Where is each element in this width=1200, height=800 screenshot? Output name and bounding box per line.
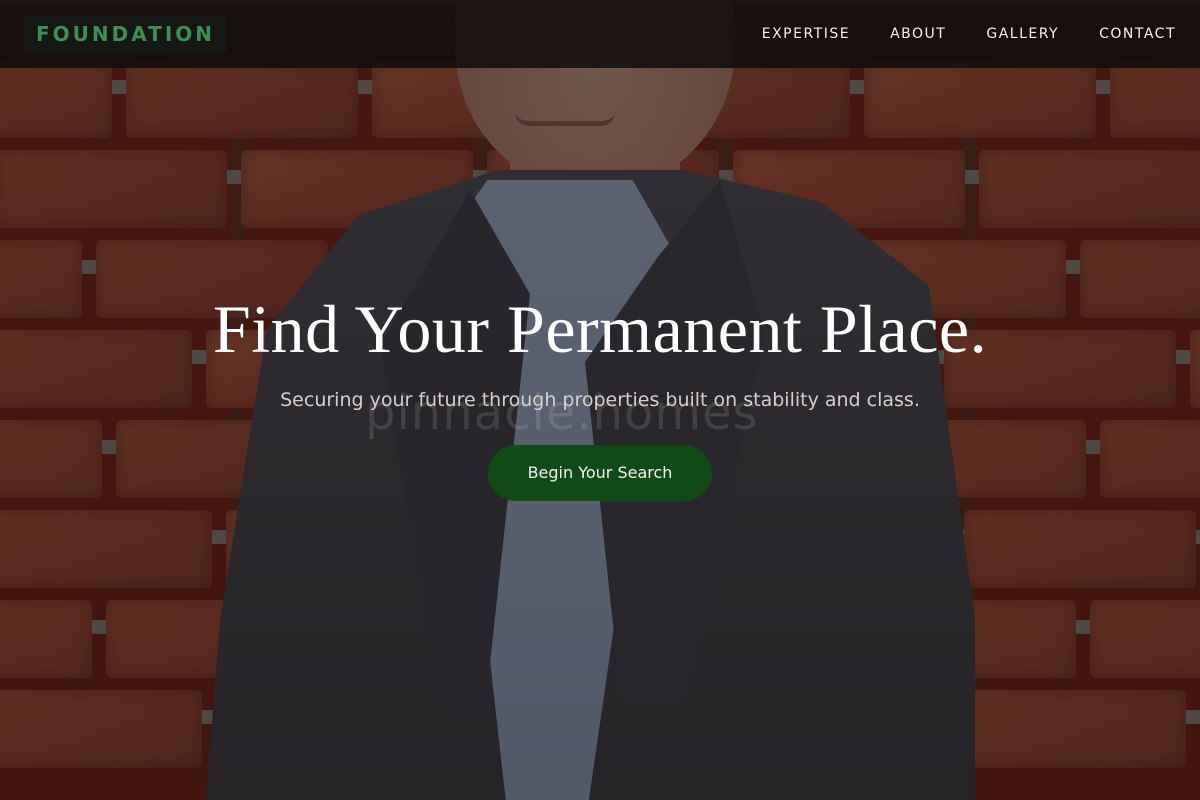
nav-link-gallery[interactable]: GALLERY — [986, 26, 1059, 42]
begin-search-button[interactable]: Begin Your Search — [488, 445, 712, 501]
hero-title: Find Your Permanent Place. — [212, 291, 988, 367]
site-logo[interactable]: FOUNDATION — [24, 16, 227, 52]
hero-subtitle: Securing your future through properties … — [280, 389, 920, 411]
hero-content: Find Your Permanent Place. Securing your… — [0, 290, 1200, 501]
main-menu: EXPERTISE ABOUT GALLERY CONTACT — [762, 26, 1176, 42]
top-navbar: FOUNDATION EXPERTISE ABOUT GALLERY CONTA… — [0, 0, 1200, 68]
nav-link-about[interactable]: ABOUT — [890, 26, 946, 42]
nav-link-expertise[interactable]: EXPERTISE — [762, 26, 850, 42]
hero-section: pinnacle.homes Find Your Permanent Place… — [0, 0, 1200, 800]
nav-link-contact[interactable]: CONTACT — [1099, 26, 1176, 42]
